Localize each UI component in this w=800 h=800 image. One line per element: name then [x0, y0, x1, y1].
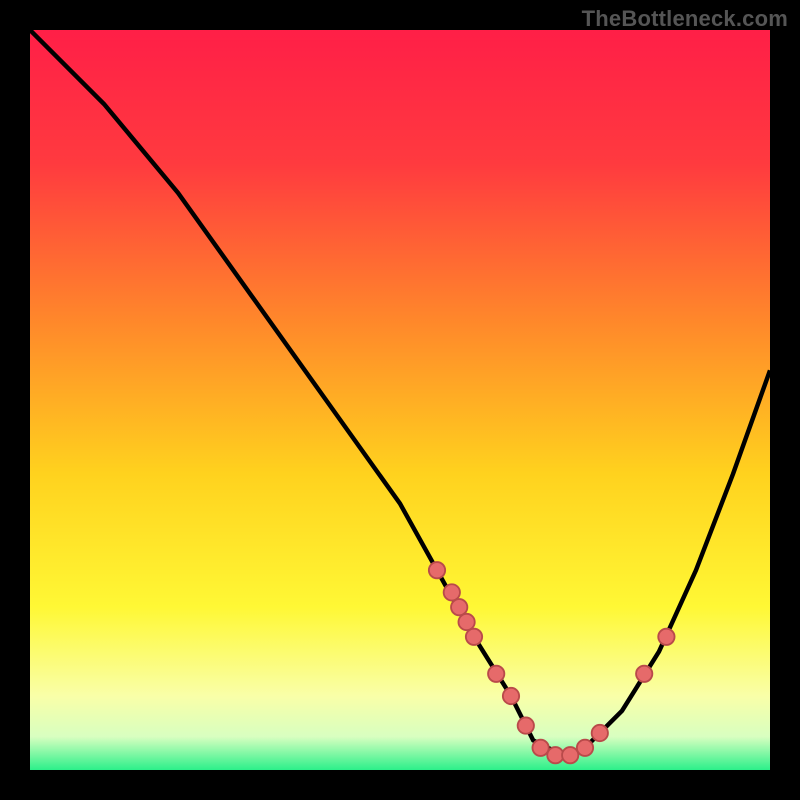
marker-point — [562, 747, 578, 763]
curve-layer — [30, 30, 770, 770]
marker-point — [451, 599, 467, 615]
marker-point — [466, 629, 482, 645]
bottleneck-curve — [30, 30, 770, 755]
marker-point — [503, 688, 519, 704]
marker-point — [532, 740, 548, 756]
marker-point — [592, 725, 608, 741]
marker-point — [518, 717, 534, 733]
marker-group — [429, 562, 675, 763]
marker-point — [429, 562, 445, 578]
plot-area — [30, 30, 770, 770]
marker-point — [444, 584, 460, 600]
marker-point — [577, 740, 593, 756]
marker-point — [636, 666, 652, 682]
marker-point — [488, 666, 504, 682]
source-watermark: TheBottleneck.com — [582, 6, 788, 32]
marker-point — [658, 629, 674, 645]
marker-point — [458, 614, 474, 630]
chart-frame: TheBottleneck.com — [0, 0, 800, 800]
marker-point — [547, 747, 563, 763]
